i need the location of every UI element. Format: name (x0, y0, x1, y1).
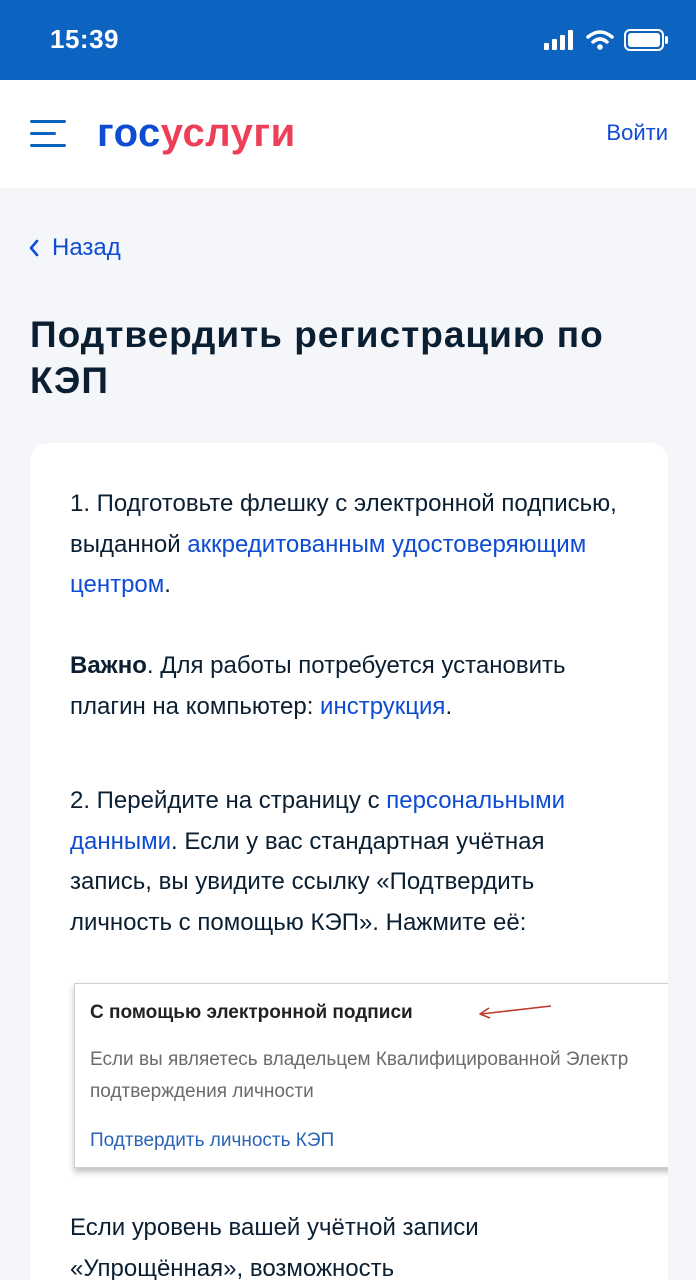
status-bar: 15:39 (0, 0, 696, 80)
example-screenshot: С помощью электронной подписи Если вы яв… (74, 983, 668, 1168)
signal-icon (544, 30, 573, 50)
status-time: 15:39 (50, 24, 119, 54)
back-link[interactable]: Назад (28, 234, 121, 262)
arrow-icon (479, 1005, 552, 1019)
login-link[interactable]: Войти (606, 120, 668, 146)
step-2-text: 2. Перейдите на страницу с персональными… (70, 781, 630, 943)
important-text: Важно. Для работы потребуется установить… (70, 646, 630, 727)
page-title: Подтвердить регистрацию по КЭП (30, 314, 604, 401)
logo-part-2: услуги (160, 111, 296, 155)
important-after: . (445, 692, 453, 720)
menu-icon[interactable] (30, 118, 66, 150)
example-title: С помощью электронной подписи (90, 1002, 413, 1023)
wifi-icon (586, 30, 614, 50)
bottom-text: Если уровень вашей учётной записи «Упрощ… (70, 1214, 479, 1280)
example-description: Если вы являетесь владельцем Квалифициро… (90, 1044, 628, 1108)
step-1-text: 1. Подготовьте флешку с электронной подп… (70, 484, 630, 606)
instruction-link[interactable]: инструкция (320, 693, 445, 720)
app-header: госуслуги Войти (0, 80, 696, 188)
chevron-left-icon (29, 239, 39, 257)
logo[interactable]: госуслуги (97, 110, 296, 156)
logo-part-1: гос (97, 111, 161, 155)
content-card: 1. Подготовьте флешку с электронной подп… (30, 443, 668, 1280)
status-icons (544, 28, 670, 52)
example-confirm-link: Подтвердить личность КЭП (90, 1130, 335, 1151)
step-1-after: . (164, 571, 171, 598)
back-label: Назад (52, 234, 121, 261)
battery-icon (624, 29, 668, 51)
example-desc-line-2: подтверждения личности (90, 1081, 314, 1102)
example-desc-line-1: Если вы являетесь владельцем Квалифициро… (90, 1049, 629, 1070)
important-label: Важно (70, 652, 147, 679)
step-2-before: 2. Перейдите на страницу с (70, 787, 387, 814)
